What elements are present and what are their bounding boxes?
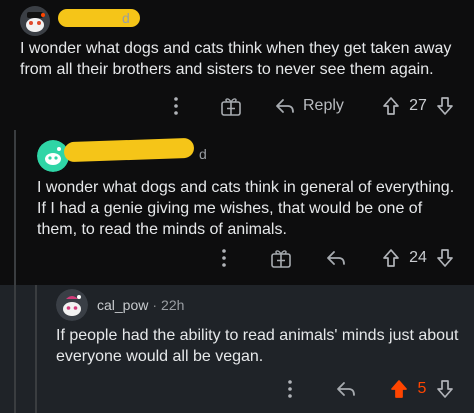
- reply-button[interactable]: [324, 243, 348, 273]
- downvote-arrow-icon: [437, 249, 453, 267]
- reply-button[interactable]: Reply: [275, 91, 355, 121]
- award-gift-icon: [271, 250, 291, 268]
- comment-actions: 5: [0, 374, 474, 404]
- comment-2: d I wonder what dogs and cats think in g…: [0, 130, 474, 285]
- comment-meta: cal_pow · 22h: [97, 297, 184, 313]
- upvote-arrow-icon: [391, 380, 407, 398]
- vote-count: 24: [409, 249, 427, 266]
- comment-3: cal_pow · 22h If people had the ability to…: [0, 285, 474, 413]
- downvote-button[interactable]: [434, 243, 456, 273]
- comment-actions: Reply 27: [0, 91, 474, 121]
- award-button[interactable]: [268, 243, 294, 273]
- award-button[interactable]: [218, 91, 244, 121]
- more-options-button[interactable]: [214, 243, 234, 273]
- upvote-button[interactable]: [380, 91, 402, 121]
- avatar[interactable]: [20, 6, 50, 36]
- more-options-button[interactable]: [166, 91, 186, 121]
- comment-body: I wonder what dogs and cats think when t…: [20, 40, 452, 78]
- upvote-arrow-icon: [383, 249, 399, 267]
- snoo-avatar-icon: [20, 6, 50, 36]
- comment-body: I wonder what dogs and cats think in gen…: [37, 179, 455, 238]
- comment-body: If people had the ability to read animal…: [56, 327, 459, 365]
- more-vertical-icon: [174, 97, 178, 115]
- more-options-button[interactable]: [280, 374, 300, 404]
- comment-1: d I wonder what dogs and cats think when…: [0, 0, 474, 130]
- more-vertical-icon: [222, 249, 226, 267]
- downvote-button[interactable]: [434, 374, 456, 404]
- comment-actions: 24: [0, 243, 474, 273]
- vote-count: 5: [417, 380, 427, 397]
- award-gift-icon: [221, 98, 241, 116]
- reply-button[interactable]: [334, 374, 358, 404]
- timestamp: 22h: [161, 297, 185, 313]
- reply-arrow-icon: [276, 99, 294, 113]
- more-vertical-icon: [288, 380, 292, 398]
- downvote-button[interactable]: [434, 91, 456, 121]
- reply-arrow-icon: [327, 251, 345, 265]
- downvote-arrow-icon: [437, 97, 453, 115]
- comment-meta: d: [75, 146, 207, 162]
- avatar[interactable]: [56, 289, 88, 321]
- reply-arrow-icon: [337, 382, 355, 396]
- upvote-button[interactable]: [388, 374, 410, 404]
- comment-meta: d: [60, 10, 130, 26]
- reply-label: Reply: [303, 97, 344, 114]
- vote-count: 27: [409, 97, 427, 114]
- separator: ·: [152, 297, 158, 313]
- upvote-arrow-icon: [383, 97, 399, 115]
- timestamp: d: [122, 10, 130, 26]
- downvote-arrow-icon: [437, 380, 453, 398]
- snoo-avatar-icon: [56, 289, 88, 321]
- upvote-button[interactable]: [380, 243, 402, 273]
- username[interactable]: cal_pow: [97, 297, 148, 313]
- timestamp: d: [199, 146, 207, 162]
